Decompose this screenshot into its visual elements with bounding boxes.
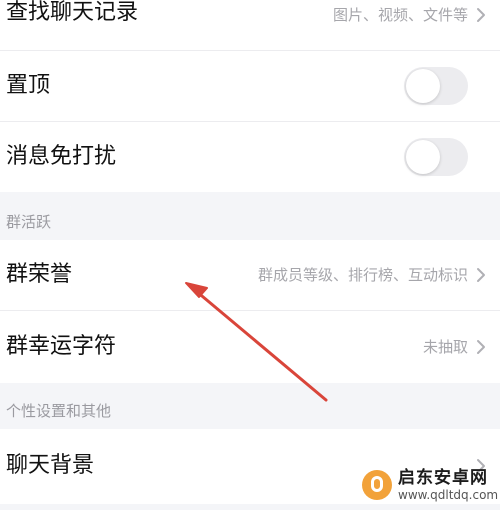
group-lucky-character-label: 群幸运字符 [6, 334, 117, 359]
section-label: 群活跃 [6, 213, 52, 231]
do-not-disturb-label: 消息免打扰 [6, 144, 117, 169]
chevron-right-icon [470, 336, 492, 358]
section-header-personalization: 个性设置和其他 [0, 383, 500, 429]
group-honor-hint: 群成员等级、排行榜、互动标识 [257, 266, 468, 284]
pin-to-top-row: 置顶 [0, 51, 500, 121]
group-honor-row[interactable]: 群荣誉 群成员等级、排行榜、互动标识 [0, 240, 500, 310]
watermark-url: www.qdltdq.com [398, 488, 499, 502]
chevron-right-icon [470, 4, 492, 26]
do-not-disturb-row: 消息免打扰 [0, 122, 500, 192]
search-chat-history-hint: 图片、视频、文件等 [332, 6, 468, 24]
pin-to-top-toggle[interactable] [404, 67, 468, 105]
watermark-logo: 启东安卓网 www.qdltdq.com [362, 468, 498, 504]
watermark-title: 启东安卓网 [398, 468, 488, 488]
group-lucky-character-status: 未抽取 [422, 338, 468, 356]
toggle-knob [406, 140, 440, 174]
search-chat-history-label: 查找聊天记录 [6, 0, 139, 25]
pin-to-top-label: 置顶 [6, 73, 51, 98]
watermark-badge-icon [362, 470, 392, 500]
group-settings-screen: 查找聊天记录 图片、视频、文件等 置顶 消息免打扰 群活跃 群荣誉 群成员等级、… [0, 0, 500, 510]
do-not-disturb-toggle[interactable] [404, 138, 468, 176]
chat-background-label: 聊天背景 [6, 453, 95, 478]
section-label: 个性设置和其他 [6, 402, 112, 420]
group-lucky-character-row[interactable]: 群幸运字符 未抽取 [0, 311, 500, 383]
chevron-right-icon [470, 264, 492, 286]
toggle-knob [406, 69, 440, 103]
group-honor-label: 群荣誉 [6, 262, 73, 287]
search-chat-history-row[interactable]: 查找聊天记录 图片、视频、文件等 [0, 0, 500, 52]
section-header-group-activity: 群活跃 [0, 192, 500, 240]
